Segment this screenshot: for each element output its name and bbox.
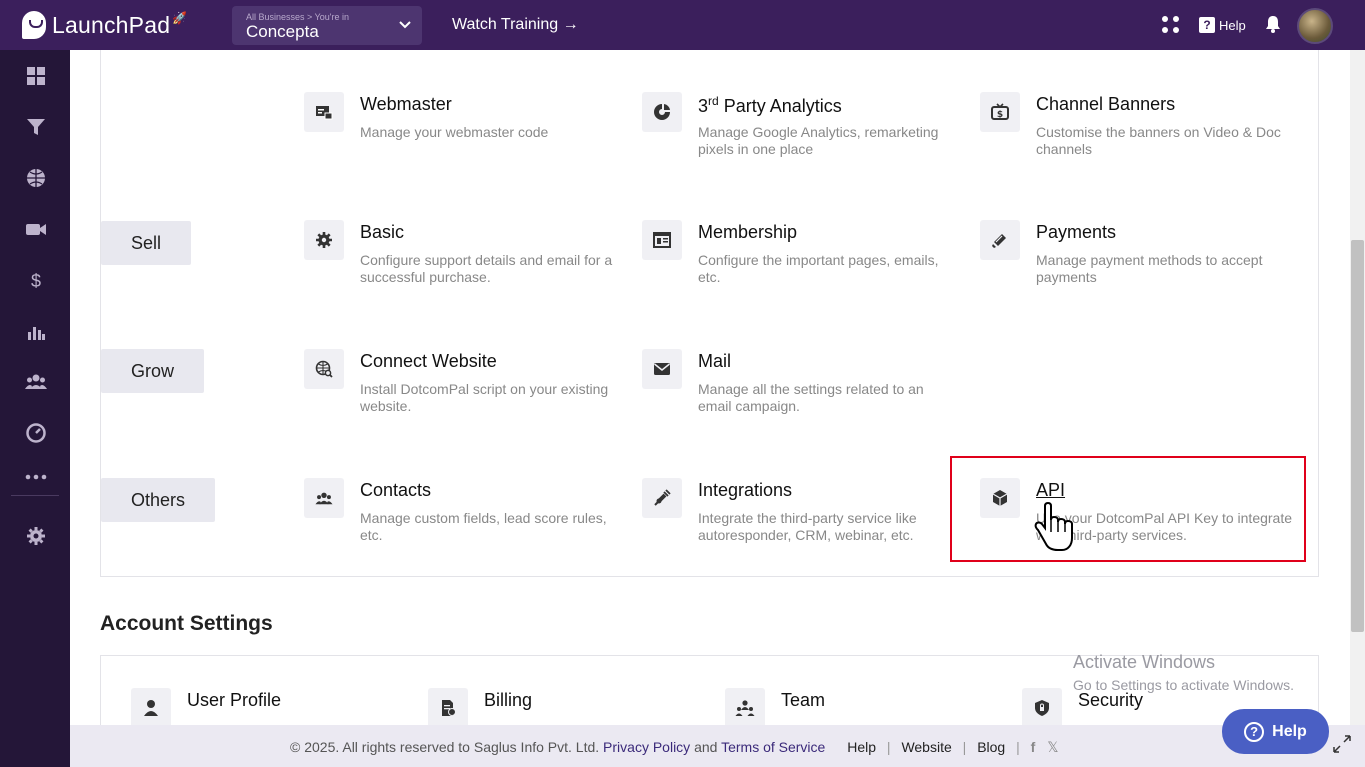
sidebar-divider [11,495,59,496]
dashboard-icon[interactable] [25,66,47,88]
video-icon[interactable] [25,219,47,241]
apps-grid-icon[interactable] [1162,16,1180,34]
item-title: Integrations [698,480,793,500]
top-bar: LaunchPad 🚀 All Businesses > You're in C… [0,0,1365,50]
webmaster-icon [304,92,344,132]
category-others: Others [101,478,216,522]
item-description: Manage all the settings related to an em… [698,381,924,414]
item-title: Connect Website [360,351,497,371]
item-title: Webmaster [360,94,452,114]
item-description: Manage payment methods to accept payment… [1036,252,1263,285]
users-icon[interactable] [25,372,47,394]
plug-icon [642,478,682,518]
privacy-policy-link[interactable]: Privacy Policy [603,739,690,755]
item-title: Channel Banners [1036,94,1176,114]
copyright-text: © 2025. All rights reserved to Saglus In… [290,739,600,755]
help-label: Help [1219,17,1246,33]
svg-text:$: $ [997,110,1003,120]
help-button-label: Help [1272,722,1307,740]
floating-help-button[interactable]: ? Help [1222,709,1329,754]
business-caption: All Businesses > You're in [246,12,350,22]
business-selector[interactable]: All Businesses > You're in Concepta [232,6,422,45]
logo-icon [22,11,46,39]
globe-icon[interactable] [25,168,47,190]
banner-icon: $ [980,92,1020,132]
pie-chart-icon [642,92,682,132]
footer-website-link[interactable]: Website [901,739,951,755]
item-title: Mail [698,351,732,371]
dollar-icon[interactable]: $ [25,270,47,292]
chevron-down-icon [398,18,412,35]
payment-card-icon [980,220,1020,260]
item-description: Manage Google Analytics, remarketing pix… [698,124,939,157]
footer: © 2025. All rights reserved to Saglus In… [70,725,1365,767]
more-icon[interactable] [25,464,47,486]
item-description: Customise the banners on Video & Doc cha… [1036,124,1281,157]
account-item-label: Team [781,690,826,710]
main-content: Sell Grow Others Webmaster Manage your w… [70,50,1350,725]
facebook-icon[interactable]: f [1031,739,1036,755]
gauge-icon[interactable] [25,423,47,445]
account-item-label: Security [1078,690,1144,710]
expand-icon[interactable] [1332,734,1352,754]
x-twitter-icon[interactable]: 𝕏 [1047,739,1058,755]
help-menu-button[interactable]: ? Help [1199,17,1246,33]
globe-search-icon [304,349,344,389]
item-description: Install DotcomPal script on your existin… [360,381,609,414]
item-title: Membership [698,222,798,242]
sidebar: $ [0,50,70,767]
scrollbar-thumb[interactable] [1351,240,1364,632]
watermark-subtitle: Go to Settings to activate Windows. [1073,677,1294,693]
shield-icon [1022,688,1062,725]
invoice-icon [428,688,468,725]
footer-and: and [694,739,718,755]
question-icon: ? [1199,17,1215,33]
user-icon [131,688,171,725]
item-description: Configure the important pages, emails, e… [698,252,939,285]
envelope-icon [642,349,682,389]
membership-icon [642,220,682,260]
funnel-icon[interactable] [25,117,47,139]
footer-blog-link[interactable]: Blog [977,739,1005,755]
highlight-box [950,456,1306,562]
logo[interactable]: LaunchPad 🚀 [22,11,212,39]
account-item-label: User Profile [187,690,282,710]
category-sell: Sell [101,221,192,265]
settings-icon[interactable] [25,526,47,548]
hand-cursor-icon [1034,500,1074,552]
rocket-icon: 🚀 [172,11,188,25]
item-title: Payments [1036,222,1117,242]
bell-icon[interactable] [1265,15,1281,33]
footer-help-link[interactable]: Help [847,739,876,755]
item-title: 3rd Party Analytics [698,94,842,116]
gear-icon [304,220,344,260]
item-description: Integrate the third-party service like a… [698,510,917,543]
item-description: Manage custom fields, lead score rules, … [360,510,607,543]
item-description: Manage your webmaster code [360,124,549,140]
business-name: Concepta [246,22,319,41]
item-description: Configure support details and email for … [360,252,613,285]
terms-of-service-link[interactable]: Terms of Service [721,739,825,755]
contacts-icon [304,478,344,518]
analytics-icon[interactable] [25,321,47,343]
item-title: Basic [360,222,405,242]
item-title: Contacts [360,480,432,500]
logo-text: LaunchPad [52,11,171,38]
team-icon [725,688,765,725]
watermark-title: Activate Windows [1073,652,1216,672]
account-item-label: Billing [484,690,533,710]
category-grow: Grow [101,349,205,393]
watch-training-link[interactable]: Watch Training → [452,16,579,34]
avatar[interactable] [1297,8,1333,44]
windows-activation-watermark: Activate Windows Go to Settings to activ… [1073,652,1294,693]
question-circle-icon: ? [1244,721,1265,742]
section-title-account-settings: Account Settings [100,612,273,635]
